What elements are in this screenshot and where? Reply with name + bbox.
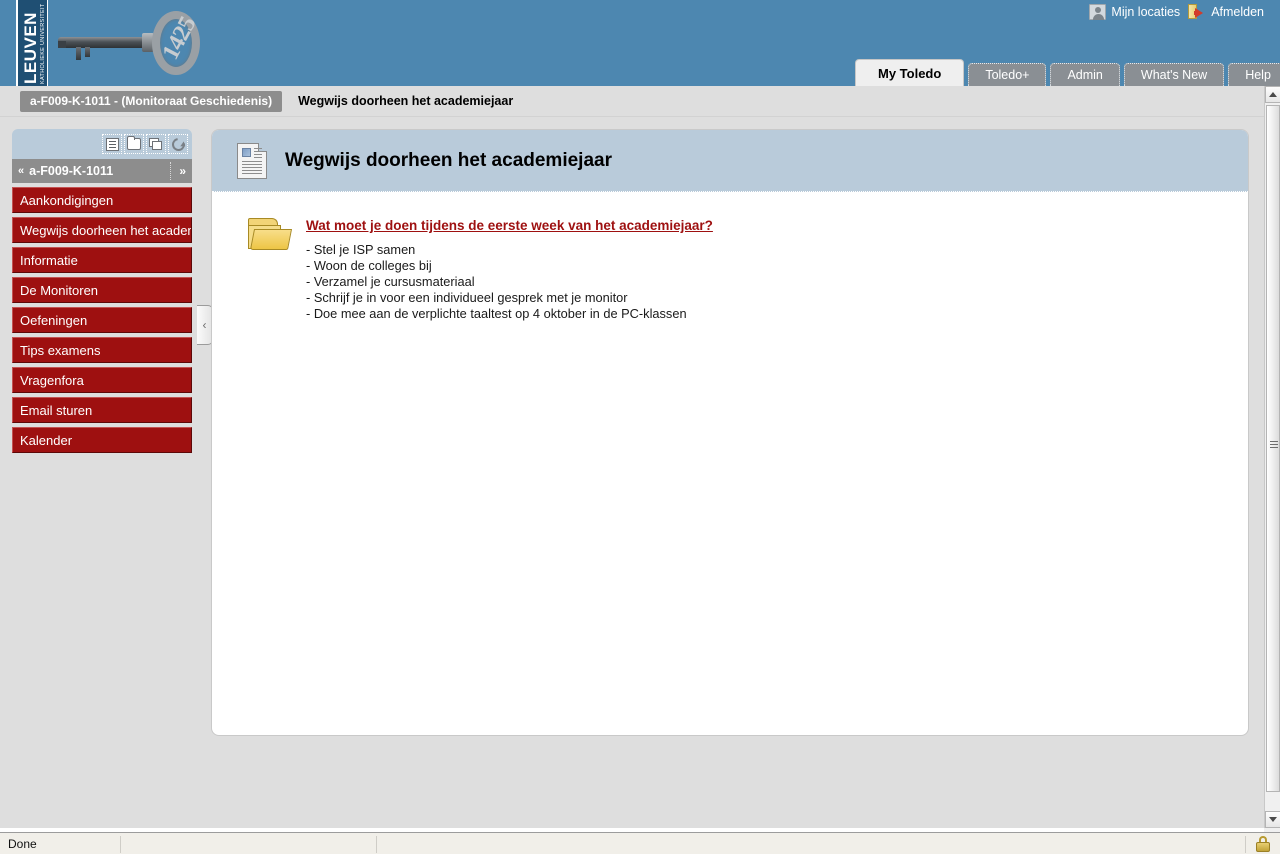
sidebar-course-header[interactable]: « a-F009-K-1011 » <box>12 159 192 183</box>
logout-icon <box>1188 4 1206 20</box>
sidebar-item-oefeningen[interactable]: Oefeningen <box>12 307 192 333</box>
tab-my-toledo[interactable]: My Toledo <box>855 59 965 86</box>
person-icon <box>1089 4 1107 20</box>
browser-page: KATHOLIEKE UNIVERSITEIT LEUVEN 1425 Mijn… <box>0 0 1280 854</box>
breadcrumb: a-F009-K-1011 - (Monitoraat Geschiedenis… <box>0 86 1264 117</box>
collapse-chevron-icon[interactable]: « <box>18 165 24 177</box>
logo-leuven-line: LEUVEN <box>21 12 40 84</box>
tab-help[interactable]: Help <box>1228 63 1280 86</box>
sidebar-item-email-sturen[interactable]: Email sturen <box>12 397 192 423</box>
sidebar-toolbar <box>12 129 192 159</box>
sidebar-item-label: Tips examens <box>20 342 101 358</box>
page-viewport: « a-F009-K-1011 » Aankondigingen Wegwijs… <box>0 117 1264 828</box>
tab-whats-new[interactable]: What's New <box>1123 63 1225 86</box>
sidebar-item-tips-examens[interactable]: Tips examens <box>12 337 192 363</box>
tab-admin-label: Admin <box>1067 68 1103 82</box>
content-line: - Doe mee aan de verplichte taaltest op … <box>306 306 687 321</box>
status-bar: Done <box>0 832 1280 854</box>
logo-university-line: KATHOLIEKE UNIVERSITEIT <box>40 3 46 84</box>
sidebar-item-label: Aankondigingen <box>20 192 114 208</box>
status-separator <box>376 836 377 853</box>
status-separator <box>1245 836 1246 853</box>
scroll-up-arrow-icon[interactable] <box>1265 86 1280 103</box>
list-view-icon[interactable] <box>102 134 122 154</box>
tab-my-toledo-label: My Toledo <box>878 65 942 81</box>
tab-admin[interactable]: Admin <box>1050 63 1120 86</box>
sidebar-item-wegwijs[interactable]: Wegwijs doorheen het academiejaar <box>12 217 192 243</box>
content-line: - Stel je ISP samen <box>306 242 416 257</box>
sidebar-item-de-monitoren[interactable]: De Monitoren <box>12 277 192 303</box>
content-header: Wegwijs doorheen het academiejaar <box>212 130 1248 192</box>
chevron-left-icon: ‹ <box>202 318 207 332</box>
content-line: - Woon de colleges bij <box>306 258 432 273</box>
scrollbar-thumb[interactable] <box>1266 105 1280 792</box>
sidebar-item-label: Vragenfora <box>20 372 84 388</box>
course-menu-sidebar: « a-F009-K-1011 » Aankondigingen Wegwijs… <box>12 129 192 457</box>
my-locations-label: Mijn locaties <box>1111 5 1181 19</box>
tab-toledo-plus[interactable]: Toledo+ <box>968 63 1047 86</box>
breadcrumb-course-button[interactable]: a-F009-K-1011 - (Monitoraat Geschiedenis… <box>20 90 283 112</box>
breadcrumb-current-page: Wegwijs doorheen het academiejaar <box>298 94 514 108</box>
status-separator <box>120 836 121 853</box>
content-line: - Schrijf je in voor een individueel ges… <box>306 290 628 305</box>
sidebar-item-aankondigingen[interactable]: Aankondigingen <box>12 187 192 213</box>
site-header: KATHOLIEKE UNIVERSITEIT LEUVEN 1425 Mijn… <box>0 0 1280 88</box>
folder-view-icon[interactable] <box>124 134 144 154</box>
expand-chevron-icon[interactable]: » <box>170 162 186 180</box>
sidebar-item-vragenfora[interactable]: Vragenfora <box>12 367 192 393</box>
user-links: Mijn locaties Afmelden <box>1089 2 1264 22</box>
logout-link[interactable]: Afmelden <box>1188 4 1264 20</box>
key-logo-icon: 1425 <box>56 10 201 76</box>
sidebar-item-label: De Monitoren <box>20 282 99 298</box>
tab-whats-new-label: What's New <box>1140 68 1208 82</box>
content-line: - Verzamel je cursusmateriaal <box>306 274 475 289</box>
content-panel: Wegwijs doorheen het academiejaar Wat mo… <box>211 129 1249 736</box>
sidebar-item-label: Informatie <box>20 252 78 268</box>
content-body: Wat moet je doen tijdens de eerste week … <box>212 192 1248 322</box>
main-tabs: My Toledo Toledo+ Admin What's New Help <box>855 59 1280 86</box>
tab-help-label: Help <box>1245 68 1271 82</box>
page-title: Wegwijs doorheen het academiejaar <box>285 149 612 171</box>
sidebar-item-label: Email sturen <box>20 402 93 418</box>
logout-label: Afmelden <box>1211 5 1264 19</box>
sidebar-menu-list: Aankondigingen Wegwijs doorheen het acad… <box>12 187 192 453</box>
document-icon <box>237 142 267 179</box>
content-item-text: Wat moet je doen tijdens de eerste week … <box>306 216 713 322</box>
scroll-down-arrow-icon[interactable] <box>1265 811 1280 828</box>
logo-badge: KATHOLIEKE UNIVERSITEIT LEUVEN <box>16 0 48 88</box>
content-item-lines: - Stel je ISP samen - Woon de colleges b… <box>306 242 713 322</box>
sidebar-course-id: a-F009-K-1011 <box>29 164 114 178</box>
content-item-link[interactable]: Wat moet je doen tijdens de eerste week … <box>306 218 713 233</box>
tab-toledo-plus-label: Toledo+ <box>985 68 1030 82</box>
refresh-icon[interactable] <box>168 134 188 154</box>
window-view-icon[interactable] <box>146 134 166 154</box>
folder-icon <box>248 218 293 252</box>
content-item: Wat moet je doen tijdens de eerste week … <box>212 216 1248 322</box>
sidebar-item-informatie[interactable]: Informatie <box>12 247 192 273</box>
sidebar-item-kalender[interactable]: Kalender <box>12 427 192 453</box>
sidebar-item-label: Kalender <box>20 432 73 448</box>
status-text: Done <box>8 836 37 851</box>
my-locations-link[interactable]: Mijn locaties <box>1089 4 1180 20</box>
sidebar-item-label: Oefeningen <box>20 312 88 328</box>
page-scrollbar[interactable] <box>1264 86 1280 828</box>
ku-leuven-logo: KATHOLIEKE UNIVERSITEIT LEUVEN 1425 <box>16 0 201 88</box>
secure-lock-icon <box>1256 836 1270 852</box>
sidebar-item-label: Wegwijs doorheen het academiejaar <box>20 222 191 238</box>
